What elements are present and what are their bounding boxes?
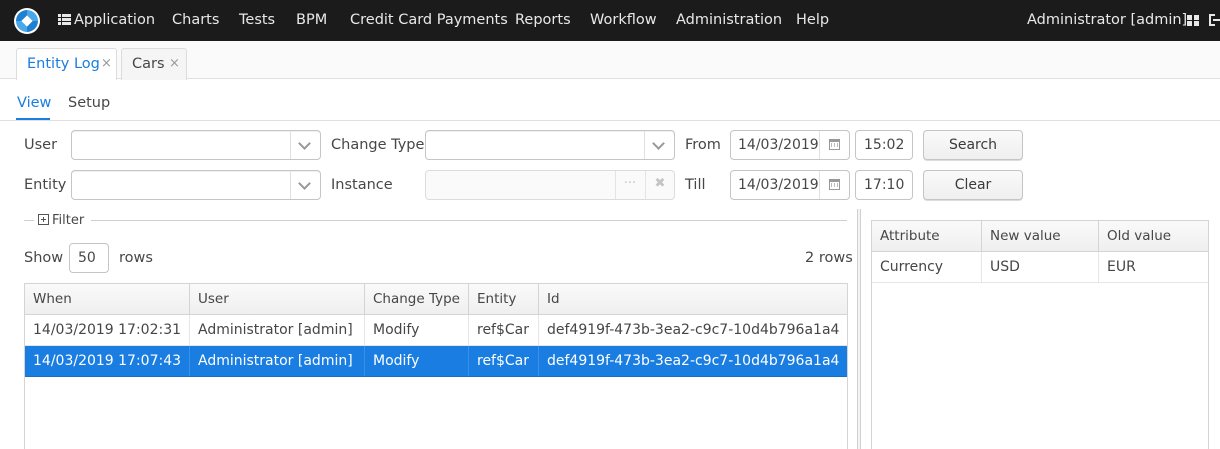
table-row[interactable]: 14/03/2019 17:02:31 Administrator [admin… (25, 315, 847, 346)
menu-charts[interactable]: Charts (172, 0, 219, 41)
tab-entity-log[interactable]: Entity Log × (16, 48, 117, 80)
calendar-button[interactable] (819, 131, 849, 159)
cell-entity: ref$Car (469, 315, 539, 345)
close-icon[interactable]: × (169, 56, 180, 71)
change-type-label: Change Type (331, 137, 425, 153)
cell-id: def4919f-473b-3ea2-c9c7-10d4b796a1a4 (547, 353, 840, 369)
till-date-field[interactable]: 14/03/2019 (730, 170, 850, 200)
entity-log-table: When User Change Type Entity Id 14/03/20… (24, 283, 848, 449)
calendar-button[interactable] (819, 171, 849, 199)
column-header-id[interactable]: Id (539, 284, 847, 314)
menu-bpm[interactable]: BPM (296, 0, 327, 41)
entity-combobox[interactable] (71, 170, 321, 200)
column-header-attribute[interactable]: Attribute (872, 221, 982, 251)
till-label: Till (685, 177, 706, 193)
cell-entity: ref$Car (469, 346, 539, 376)
logout-icon[interactable] (1209, 14, 1220, 26)
menu-reports[interactable]: Reports (515, 0, 571, 41)
tab-cars[interactable]: Cars × (121, 48, 187, 80)
column-header-user[interactable]: User (190, 284, 365, 314)
table-header: Attribute New value Old value (872, 221, 1208, 252)
user-label: User (24, 137, 58, 153)
user-input[interactable] (78, 136, 278, 152)
till-time-value: 17:10 (864, 177, 905, 193)
cell-attribute: Currency (872, 252, 982, 282)
top-menu-bar: Application Charts Tests BPM Credit Card… (0, 0, 1220, 41)
chevron-down-icon[interactable] (290, 131, 320, 159)
from-label: From (685, 137, 721, 153)
from-date-field[interactable]: 14/03/2019 (730, 130, 850, 160)
rows-count: 2 rows (805, 250, 853, 266)
menu-administration[interactable]: Administration (676, 0, 782, 41)
cell-change-type: Modify (365, 315, 469, 345)
cell-when: 14/03/2019 17:07:43 (25, 346, 190, 376)
cell-new-value: USD (982, 252, 1099, 282)
menu-help[interactable]: Help (796, 0, 829, 41)
clear-icon[interactable]: ✖ (645, 171, 674, 199)
entity-label: Entity (24, 177, 67, 193)
rows-label: rows (119, 250, 153, 266)
user-combobox[interactable] (71, 130, 321, 160)
clear-button[interactable]: Clear (923, 170, 1023, 200)
cell-user: Administrator [admin] (190, 315, 365, 345)
column-header-new-value[interactable]: New value (982, 221, 1099, 251)
chevron-down-icon[interactable] (290, 171, 320, 199)
apps-grid-icon[interactable] (1187, 15, 1199, 26)
instance-label: Instance (331, 177, 393, 193)
chevron-down-icon[interactable] (644, 131, 674, 159)
till-date-value: 14/03/2019 (738, 177, 819, 193)
tab-setup[interactable]: Setup (68, 95, 110, 111)
lookup-dots-icon[interactable]: ··· (615, 171, 644, 199)
from-time-field[interactable]: 15:02 (855, 130, 913, 160)
split-panel-handle[interactable] (857, 209, 861, 449)
till-time-field[interactable]: 17:10 (855, 170, 913, 200)
change-type-combobox[interactable] (425, 130, 675, 160)
cell-when: 14/03/2019 17:02:31 (25, 315, 190, 345)
search-button[interactable]: Search (923, 130, 1023, 160)
menu-tests[interactable]: Tests (239, 0, 275, 41)
filter-label: Filter (52, 213, 85, 228)
menu-application[interactable]: Application (58, 0, 155, 41)
from-date-value: 14/03/2019 (738, 137, 819, 153)
table-header: When User Change Type Entity Id (25, 284, 847, 315)
close-icon[interactable]: × (101, 56, 112, 71)
column-header-entity[interactable]: Entity (469, 284, 539, 314)
main-tabsheet-bar: Entity Log × Cars × (0, 41, 1220, 80)
from-time-value: 15:02 (864, 137, 905, 153)
show-label: Show (24, 250, 64, 266)
cell-old-value: EUR (1107, 259, 1136, 275)
change-type-input[interactable] (432, 136, 632, 152)
cell-id: def4919f-473b-3ea2-c9c7-10d4b796a1a4 (547, 322, 840, 338)
menu-list-icon (58, 14, 71, 25)
filter-divider-right (91, 220, 847, 221)
menu-application-label: Application (74, 12, 156, 28)
cell-user: Administrator [admin] (190, 346, 365, 376)
tab-cars-label: Cars (132, 56, 165, 72)
calendar-icon (829, 179, 840, 190)
menu-workflow[interactable]: Workflow (590, 0, 657, 41)
filter-divider-left (24, 220, 34, 221)
column-header-when[interactable]: When (25, 284, 190, 314)
column-header-change-type[interactable]: Change Type (365, 284, 469, 314)
cell-change-type: Modify (365, 346, 469, 376)
attribute-diff-table: Attribute New value Old value Currency U… (871, 220, 1209, 449)
menu-credit-card-payments[interactable]: Credit Card Payments (350, 0, 508, 41)
rows-per-page-input[interactable]: 50 (69, 243, 109, 273)
table-row-selected[interactable]: 14/03/2019 17:07:43 Administrator [admin… (25, 346, 847, 377)
expand-plus-icon (38, 214, 49, 225)
current-user-label: Administrator [admin] (1027, 12, 1188, 28)
table-row[interactable]: Currency USD EUR (872, 252, 1208, 283)
filter-toggle[interactable]: Filter (38, 213, 84, 228)
entity-input[interactable] (78, 176, 278, 192)
app-logo[interactable] (14, 8, 40, 34)
tab-view[interactable]: View (17, 95, 51, 111)
subtab-divider (0, 120, 1220, 121)
column-header-old-value[interactable]: Old value (1099, 221, 1208, 251)
active-tab-indicator (16, 118, 50, 120)
instance-picker[interactable]: ··· ✖ (425, 170, 675, 200)
calendar-icon (829, 139, 840, 150)
tab-entity-log-label: Entity Log (27, 56, 100, 72)
